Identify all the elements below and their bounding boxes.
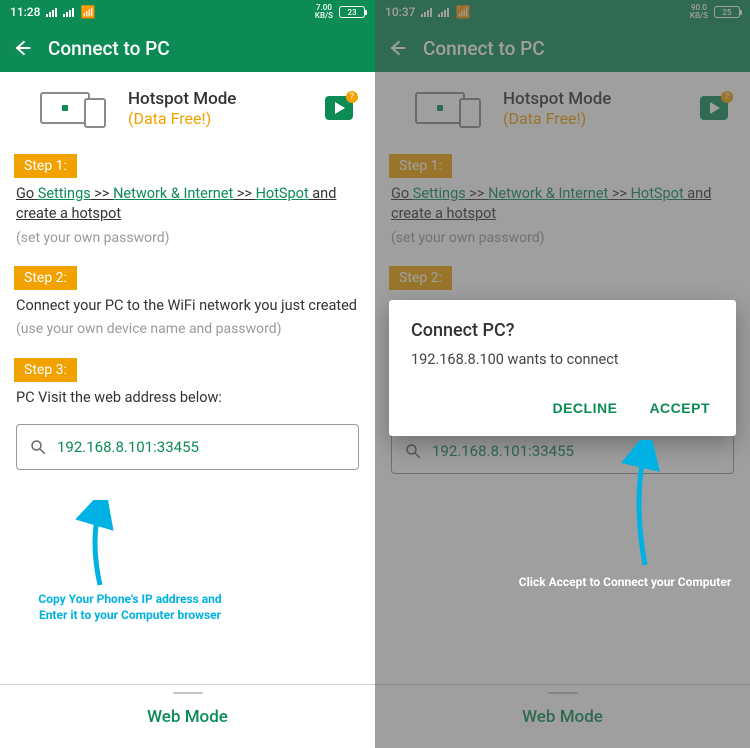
play-tutorial-button[interactable]: ? bbox=[700, 96, 728, 120]
grip-icon bbox=[548, 691, 578, 694]
annotation-text-left: Copy Your Phone's IP address and Enter i… bbox=[30, 592, 230, 623]
bottom-web-mode[interactable]: Web Mode bbox=[375, 684, 750, 748]
wifi-icon: 📶 bbox=[80, 5, 95, 19]
battery-icon: 25 bbox=[714, 6, 740, 18]
signal-1-icon bbox=[46, 7, 57, 17]
step1-tag: Step 1: bbox=[389, 154, 452, 178]
step2-body: Connect your PC to the WiFi network you … bbox=[0, 290, 375, 346]
app-header: Connect to PC bbox=[0, 24, 375, 72]
app-header: Connect to PC bbox=[375, 24, 750, 72]
page-title: Connect to PC bbox=[48, 37, 170, 60]
mode-subtitle: (Data Free!) bbox=[503, 109, 682, 128]
step2-tag: Step 2: bbox=[14, 266, 77, 290]
net-speed: 90.0 KB/S bbox=[690, 4, 708, 20]
status-bar: 10:37 📶 90.0 KB/S 25 bbox=[375, 0, 750, 24]
right-screenshot: 10:37 📶 90.0 KB/S 25 Connect to PC Hotsp… bbox=[375, 0, 750, 748]
play-badge: ? bbox=[346, 91, 358, 103]
back-arrow-icon[interactable] bbox=[12, 38, 32, 58]
net-speed: 7.00 KB/S bbox=[315, 4, 333, 20]
wifi-icon: 📶 bbox=[455, 5, 470, 19]
step3-body: PC Visit the web address below: bbox=[0, 382, 375, 414]
magnifier-icon bbox=[404, 442, 422, 460]
annotation-text-right: Click Accept to Connect your Computer bbox=[515, 575, 735, 591]
battery-icon: 23 bbox=[339, 6, 365, 18]
step2-tag: Step 2: bbox=[389, 266, 452, 290]
step1-hint: (set your own password) bbox=[391, 229, 734, 249]
decline-button[interactable]: DECLINE bbox=[548, 394, 621, 422]
mode-subtitle: (Data Free!) bbox=[128, 109, 307, 128]
devices-icon bbox=[415, 88, 485, 128]
back-arrow-icon[interactable] bbox=[387, 38, 407, 58]
status-clock: 10:37 bbox=[385, 5, 415, 19]
accept-button[interactable]: ACCEPT bbox=[645, 394, 714, 422]
ip-address: 192.168.8.101:33455 bbox=[432, 442, 574, 460]
play-tutorial-button[interactable]: ? bbox=[325, 96, 353, 120]
connect-dialog: Connect PC? 192.168.8.100 wants to conne… bbox=[389, 300, 736, 436]
dialog-message: 192.168.8.100 wants to connect bbox=[411, 351, 714, 368]
annotation-arrow-left bbox=[70, 500, 130, 590]
magnifier-icon bbox=[29, 438, 47, 456]
signal-2-icon bbox=[438, 7, 449, 17]
devices-icon bbox=[40, 88, 110, 128]
step1-hint: (set your own password) bbox=[16, 229, 359, 249]
step2-hint: (use your own device name and password) bbox=[16, 320, 359, 340]
step1-body: Go Settings >> Network & Internet >> Hot… bbox=[0, 178, 375, 254]
step3-tag: Step 3: bbox=[14, 358, 77, 382]
play-badge: ? bbox=[721, 91, 733, 103]
network-link[interactable]: Network & Internet bbox=[113, 185, 233, 202]
status-bar: 11:28 📶 7.00 KB/S 23 bbox=[0, 0, 375, 24]
page-title: Connect to PC bbox=[423, 37, 545, 60]
network-link[interactable]: Network & Internet bbox=[488, 185, 608, 202]
step1-tag: Step 1: bbox=[14, 154, 77, 178]
grip-icon bbox=[173, 691, 203, 694]
mode-row: Hotspot Mode (Data Free!) ? bbox=[375, 72, 750, 142]
ip-address: 192.168.8.101:33455 bbox=[57, 438, 199, 456]
mode-title: Hotspot Mode bbox=[503, 89, 682, 109]
bottom-web-mode[interactable]: Web Mode bbox=[0, 684, 375, 748]
status-clock: 11:28 bbox=[10, 5, 40, 19]
settings-link[interactable]: Settings bbox=[38, 185, 91, 202]
mode-title: Hotspot Mode bbox=[128, 89, 307, 109]
dialog-title: Connect PC? bbox=[411, 320, 714, 341]
step1-body: Go Settings >> Network & Internet >> Hot… bbox=[375, 178, 750, 254]
hotspot-link[interactable]: HotSpot bbox=[256, 185, 309, 202]
signal-1-icon bbox=[421, 7, 432, 17]
hotspot-link[interactable]: HotSpot bbox=[631, 185, 684, 202]
mode-row: Hotspot Mode (Data Free!) ? bbox=[0, 72, 375, 142]
ip-address-box[interactable]: 192.168.8.101:33455 bbox=[16, 424, 359, 470]
settings-link[interactable]: Settings bbox=[413, 185, 466, 202]
signal-2-icon bbox=[63, 7, 74, 17]
left-screenshot: 11:28 📶 7.00 KB/S 23 Connect to PC Hotsp… bbox=[0, 0, 375, 748]
